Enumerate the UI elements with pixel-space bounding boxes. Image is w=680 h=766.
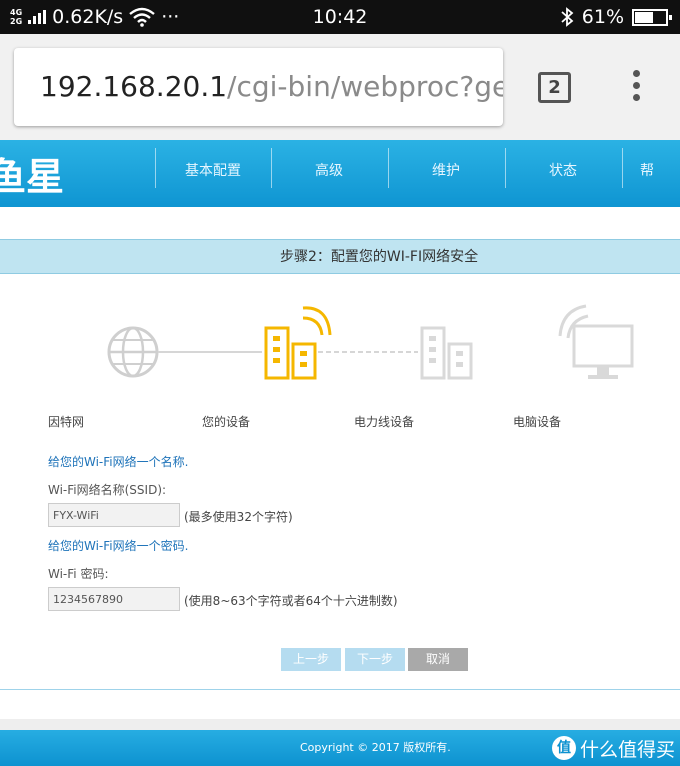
watermark-logo-icon: 值	[552, 736, 576, 760]
device-label-internet: 因特网	[48, 415, 85, 429]
url-host: 192.168.20.1	[40, 70, 228, 103]
internet-globe-icon	[107, 326, 159, 378]
next-step-button[interactable]: 下一步	[345, 648, 405, 671]
password-prompt: 给您的Wi-Fi网络一个密码.	[48, 539, 189, 553]
overflow-menu-icon[interactable]	[630, 70, 642, 106]
your-device-icon	[264, 306, 332, 380]
battery-icon	[632, 8, 672, 26]
step-banner: 步骤2：配置您的WI-FI网络安全	[0, 239, 680, 274]
address-bar[interactable]: 192.168.20.1/cgi-bin/webproc?getp	[14, 48, 503, 126]
step-title: 步骤2：配置您的WI-FI网络安全	[280, 249, 479, 265]
bluetooth-icon	[561, 7, 574, 27]
status-bar: 4G 2G 0.62K/s ··· 10:42 61%	[0, 0, 680, 34]
router-footer: Copyright © 2017 版权所有. 值 什么值得买	[0, 730, 680, 766]
status-right: 61%	[560, 0, 672, 34]
prev-step-button[interactable]: 上一步	[281, 648, 341, 671]
url-text[interactable]: 192.168.20.1/cgi-bin/webproc?getp	[40, 48, 503, 126]
cancel-button[interactable]: 取消	[408, 648, 468, 671]
nav-advanced[interactable]: 高级	[271, 148, 387, 194]
url-path: /cgi-bin/webproc?getp	[227, 70, 503, 103]
nav-maintenance[interactable]: 维护	[388, 148, 504, 194]
battery-percent: 61%	[581, 6, 624, 28]
computer-device-icon	[558, 304, 634, 379]
router-header: 鱼星 基本配置 高级 维护 状态 帮	[0, 140, 680, 207]
nav-status[interactable]: 状态	[505, 148, 621, 194]
watermark: 值 什么值得买	[552, 734, 675, 762]
ssid-label: Wi-Fi网络名称(SSID):	[48, 483, 167, 497]
password-label: Wi-Fi 密码:	[48, 567, 109, 581]
watermark-text: 什么值得买	[580, 738, 676, 761]
password-hint: (使用8~63个字符或者64个十六进制数)	[184, 594, 398, 608]
tab-switcher-button[interactable]: 2	[538, 72, 571, 103]
nav-basic-config[interactable]: 基本配置	[155, 148, 271, 194]
ssid-input[interactable]	[48, 503, 180, 527]
nav-help[interactable]: 帮	[640, 148, 680, 194]
password-input[interactable]	[48, 587, 180, 611]
ssid-prompt: 给您的Wi-Fi网络一个名称.	[48, 455, 189, 469]
device-label-powerline: 电力线设备	[354, 415, 415, 429]
footer-spacer	[0, 719, 680, 730]
powerline-device-icon	[420, 326, 473, 380]
device-label-computer: 电脑设备	[513, 415, 562, 429]
connection-diagram	[107, 304, 634, 380]
browser-toolbar: 192.168.20.1/cgi-bin/webproc?getp 2	[0, 34, 680, 140]
device-label-your-device: 您的设备	[202, 415, 251, 429]
brand-logo: 鱼星	[0, 155, 65, 199]
battery-fill	[635, 11, 654, 23]
copyright-text: Copyright © 2017 版权所有.	[300, 741, 451, 754]
ssid-hint: (最多使用32个字符)	[184, 510, 293, 524]
content-divider	[0, 689, 680, 690]
